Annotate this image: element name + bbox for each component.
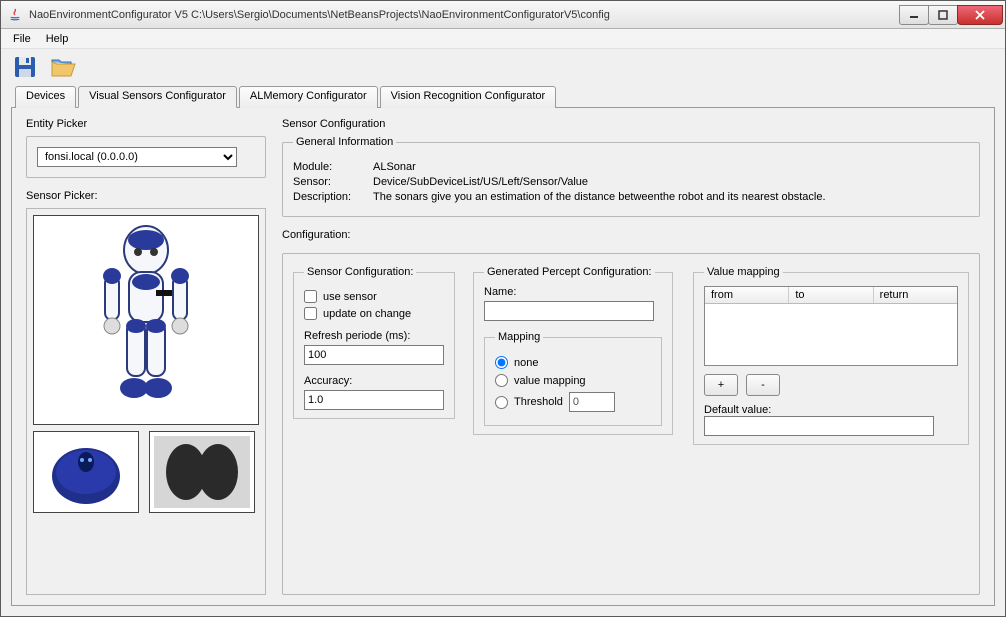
value-mapping-header: from to return bbox=[705, 287, 957, 304]
mapping-threshold-label: Threshold bbox=[514, 396, 563, 408]
sensor-configuration-group: Sensor Configuration: use sensor update … bbox=[293, 266, 455, 419]
sensor-cfg-legend: Sensor Configuration: bbox=[304, 266, 416, 278]
description-label: Description: bbox=[293, 191, 373, 203]
window-title: NaoEnvironmentConfigurator V5 C:\Users\S… bbox=[29, 9, 900, 21]
tab-panel: Entity Picker fonsi.local (0.0.0.0) Sens… bbox=[11, 107, 995, 606]
tab-almemory[interactable]: ALMemory Configurator bbox=[239, 86, 378, 108]
threshold-input bbox=[569, 392, 615, 412]
java-icon bbox=[7, 7, 23, 23]
update-on-change-checkbox[interactable] bbox=[304, 307, 317, 320]
value-mapping-group: Value mapping from to return + bbox=[693, 266, 969, 445]
entity-picker-label: Entity Picker bbox=[26, 118, 266, 130]
remove-row-button[interactable]: - bbox=[746, 374, 780, 396]
percept-name-label: Name: bbox=[484, 286, 662, 298]
use-sensor-checkbox[interactable] bbox=[304, 290, 317, 303]
configuration-group: Sensor Configuration: use sensor update … bbox=[282, 253, 980, 595]
col-return: return bbox=[874, 287, 957, 303]
robot-feet-bottom-image[interactable] bbox=[149, 431, 255, 513]
percept-name-input[interactable] bbox=[484, 301, 654, 321]
entity-select[interactable]: fonsi.local (0.0.0.0) bbox=[37, 147, 237, 167]
percept-legend: Generated Percept Configuration: bbox=[484, 266, 655, 278]
general-info-group: General Information Module: ALSonar Sens… bbox=[282, 136, 980, 217]
percept-configuration-group: Generated Percept Configuration: Name: M… bbox=[473, 266, 673, 435]
sensor-config-title: Sensor Configuration bbox=[282, 118, 980, 130]
save-icon[interactable] bbox=[11, 53, 39, 81]
general-info-legend: General Information bbox=[293, 136, 396, 148]
maximize-button[interactable] bbox=[928, 5, 958, 25]
menu-help[interactable]: Help bbox=[40, 31, 75, 47]
value-mapping-table[interactable]: from to return bbox=[704, 286, 958, 366]
accuracy-input[interactable] bbox=[304, 390, 444, 410]
mapping-value-label: value mapping bbox=[514, 375, 586, 387]
add-row-button[interactable]: + bbox=[704, 374, 738, 396]
window-controls bbox=[900, 5, 1003, 25]
tab-vision-recognition[interactable]: Vision Recognition Configurator bbox=[380, 86, 557, 108]
col-to: to bbox=[789, 287, 873, 303]
titlebar: NaoEnvironmentConfigurator V5 C:\Users\S… bbox=[1, 1, 1005, 29]
use-sensor-label: use sensor bbox=[323, 291, 377, 303]
value-mapping-legend: Value mapping bbox=[704, 266, 783, 278]
robot-thumbnails bbox=[33, 431, 259, 513]
right-column: Sensor Configuration General Information… bbox=[282, 118, 980, 595]
mapping-none-radio[interactable] bbox=[495, 356, 508, 369]
robot-front-image[interactable] bbox=[33, 215, 259, 425]
open-icon[interactable] bbox=[49, 53, 77, 81]
content-area: Devices Visual Sensors Configurator ALMe… bbox=[1, 85, 1005, 616]
mapping-legend: Mapping bbox=[495, 331, 543, 343]
close-button[interactable] bbox=[957, 5, 1003, 25]
mapping-threshold-radio[interactable] bbox=[495, 396, 508, 409]
sensor-value: Device/SubDeviceList/US/Left/Sensor/Valu… bbox=[373, 176, 588, 188]
mapping-group: Mapping none value mapping bbox=[484, 331, 662, 426]
default-value-input bbox=[704, 416, 934, 436]
sensor-picker-label: Sensor Picker: bbox=[26, 190, 266, 202]
default-value-label: Default value: bbox=[704, 404, 958, 416]
sensor-label: Sensor: bbox=[293, 176, 373, 188]
tab-visual-sensors[interactable]: Visual Sensors Configurator bbox=[78, 86, 237, 108]
tab-devices[interactable]: Devices bbox=[15, 86, 76, 108]
col-from: from bbox=[705, 287, 789, 303]
module-label: Module: bbox=[293, 161, 373, 173]
mapping-value-radio[interactable] bbox=[495, 374, 508, 387]
configuration-label: Configuration: bbox=[282, 229, 980, 241]
accuracy-label: Accuracy: bbox=[304, 375, 444, 387]
robot-head-top-image[interactable] bbox=[33, 431, 139, 513]
left-column: Entity Picker fonsi.local (0.0.0.0) Sens… bbox=[26, 118, 266, 595]
description-value: The sonars give you an estimation of the… bbox=[373, 191, 826, 203]
mapping-none-label: none bbox=[514, 357, 538, 369]
toolbar bbox=[1, 49, 1005, 85]
minimize-button[interactable] bbox=[899, 5, 929, 25]
update-on-change-label: update on change bbox=[323, 308, 411, 320]
menubar: File Help bbox=[1, 29, 1005, 49]
tab-bar: Devices Visual Sensors Configurator ALMe… bbox=[11, 85, 995, 107]
menu-file[interactable]: File bbox=[7, 31, 37, 47]
module-value: ALSonar bbox=[373, 161, 416, 173]
app-window: NaoEnvironmentConfigurator V5 C:\Users\S… bbox=[0, 0, 1006, 617]
refresh-input[interactable] bbox=[304, 345, 444, 365]
entity-picker-box: fonsi.local (0.0.0.0) bbox=[26, 136, 266, 178]
sensor-picker-box bbox=[26, 208, 266, 595]
refresh-label: Refresh periode (ms): bbox=[304, 330, 444, 342]
